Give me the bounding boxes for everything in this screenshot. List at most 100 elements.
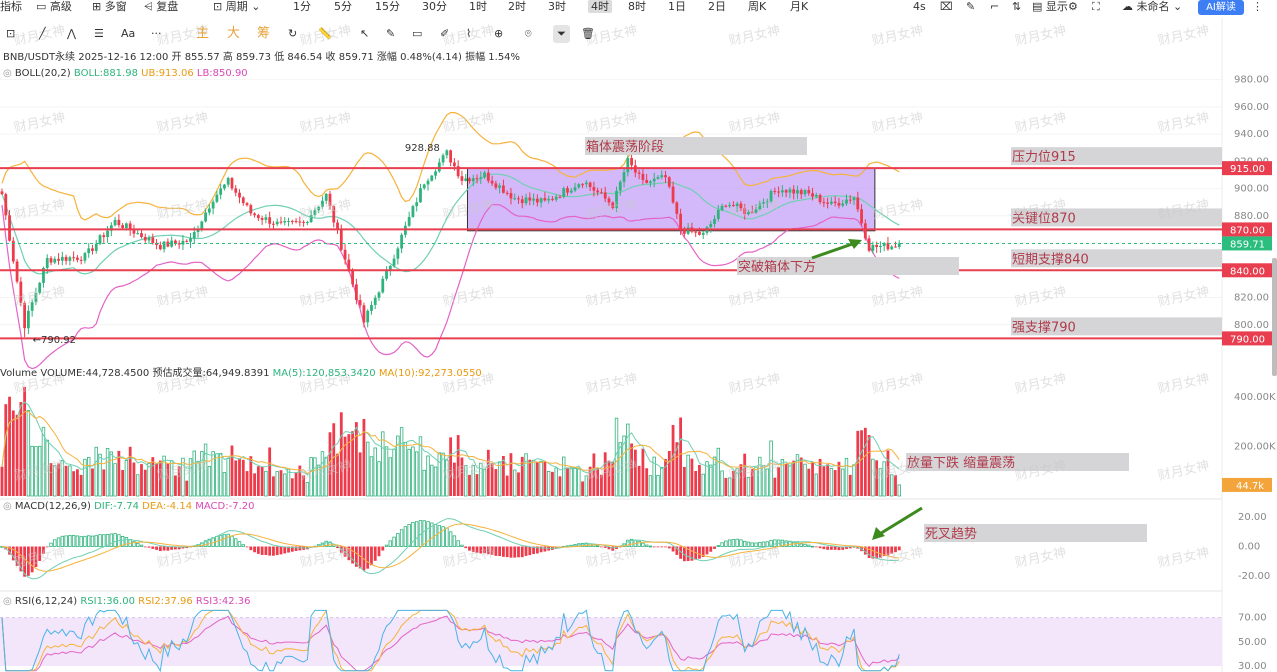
menu-icon[interactable]: ⋮ xyxy=(1252,0,1263,13)
line-tool-icon[interactable]: ╱ xyxy=(39,25,46,43)
toolbar-item-10[interactable]: 2时 xyxy=(508,0,526,13)
boll-eye-icon[interactable]: ◎ xyxy=(3,68,12,79)
volume-bar xyxy=(218,452,223,497)
fib-tool-icon[interactable]: ☰ xyxy=(94,25,104,43)
candle-body xyxy=(343,249,347,260)
volume-bar xyxy=(279,470,283,496)
display-button[interactable]: ▤ 显示 xyxy=(1032,0,1068,13)
fullscreen-icon[interactable]: ⛶ xyxy=(1092,0,1100,13)
toolbar-item-7[interactable]: 15分 xyxy=(375,0,400,13)
candle-body xyxy=(245,203,249,206)
level-tag-label: 915.00 xyxy=(1230,164,1265,175)
candle-body xyxy=(551,198,554,200)
rectangle-icon[interactable]: ▭ xyxy=(412,25,422,43)
candle-body xyxy=(370,304,373,311)
candle-body xyxy=(709,223,713,228)
macd-dea: DEA:-4.14 xyxy=(142,501,193,512)
mode-chip-button[interactable]: 筹 xyxy=(257,25,270,43)
candle-body xyxy=(528,197,532,201)
trash-icon[interactable]: 🗑 xyxy=(581,25,595,43)
candle-body xyxy=(713,218,716,224)
candle-body xyxy=(192,232,196,239)
rsi-eye-icon[interactable]: ◎ xyxy=(3,596,12,607)
more-tools-icon[interactable]: ··· xyxy=(151,25,162,43)
toolbar-item-11[interactable]: 3时 xyxy=(548,0,566,13)
watermark: 财月女神 xyxy=(871,457,925,483)
candle-body xyxy=(230,178,234,189)
settings-icon[interactable]: ⚙ xyxy=(1068,0,1078,13)
volume-bar xyxy=(8,396,11,496)
pen-icon[interactable]: ✐ xyxy=(440,25,449,43)
rsi2-value: RSI2:37.96 xyxy=(138,596,193,607)
macd-bar xyxy=(399,529,404,547)
toolbar-item-4[interactable]: ⊡ 周期 ⌄ xyxy=(213,0,260,13)
edit-icon[interactable]: ✎ xyxy=(966,0,975,13)
candle-body xyxy=(264,217,268,220)
toolbar-item-1[interactable]: ▭ 高级 xyxy=(36,0,72,13)
macd-bar xyxy=(56,537,61,547)
ruler-icon[interactable]: 📏 xyxy=(318,25,332,43)
sort-icon[interactable]: ⇅ xyxy=(1012,0,1021,13)
rsi-tick-label: 70.00 xyxy=(1238,613,1267,624)
macd-bar xyxy=(151,546,155,549)
volume-bar xyxy=(264,470,268,497)
toolbar-item-16[interactable]: 周K xyxy=(748,0,766,13)
volume-bar xyxy=(897,484,901,497)
candle-body xyxy=(852,197,856,201)
toolbar-item-14[interactable]: 1日 xyxy=(668,0,686,13)
candle-body xyxy=(60,256,64,261)
refresh-rate[interactable]: 4s xyxy=(913,0,926,13)
crop-icon[interactable]: ⌐ xyxy=(990,0,999,13)
candle-body xyxy=(283,221,287,223)
volume-label: Volume xyxy=(0,368,38,379)
volume-bar xyxy=(682,466,686,496)
toolbar-item-17[interactable]: 月K xyxy=(790,0,808,13)
ai-analysis-button[interactable]: AI解读 xyxy=(1198,0,1244,15)
level-annotation: 压力位915 xyxy=(1012,150,1076,165)
candle-body xyxy=(897,243,901,247)
volume-bar xyxy=(384,446,389,497)
pencil-icon[interactable]: ✎ xyxy=(386,25,395,43)
macd-bar xyxy=(249,546,253,551)
toolbar-item-0[interactable]: 指标 xyxy=(0,0,22,13)
magnet-icon[interactable]: ⌾ xyxy=(525,25,532,43)
candle-body xyxy=(505,192,509,194)
toolbar-item-13[interactable]: 8时 xyxy=(628,0,646,13)
volume-bar xyxy=(535,462,539,496)
mode-large-button[interactable]: 大 xyxy=(227,25,240,43)
chart-canvas[interactable]: 800.00820.00840.00860.00880.00900.00920.… xyxy=(0,0,1277,672)
macd-eye-icon[interactable]: ◎ xyxy=(3,501,12,512)
candle-body xyxy=(158,244,162,250)
candle-body xyxy=(622,172,626,182)
candle-body xyxy=(241,197,245,204)
macd-bar xyxy=(739,539,743,547)
toolbar-item-6[interactable]: 5分 xyxy=(334,0,352,13)
toolbar-item-3[interactable]: ⩤ 复盘 xyxy=(144,0,178,13)
redo-icon[interactable]: ↻ xyxy=(288,25,297,43)
zoom-icon[interactable]: ⊕ xyxy=(494,25,503,43)
candle-body xyxy=(113,219,117,226)
toolbar-item-5[interactable]: 1分 xyxy=(293,0,311,13)
toolbar-item-9[interactable]: 1时 xyxy=(469,0,487,13)
trend-tool-icon[interactable]: ⋀ xyxy=(67,25,76,43)
volume-bar xyxy=(238,458,241,496)
macd-bar xyxy=(731,539,736,547)
mode-main-button[interactable]: 主 xyxy=(196,25,209,43)
path-icon[interactable]: ⌇ xyxy=(466,25,471,43)
toolbar-item-15[interactable]: 2日 xyxy=(708,0,726,13)
last-price-label: 859.71 xyxy=(1230,239,1265,250)
toolbar-item-2[interactable]: ⊞ 多窗 xyxy=(92,0,127,13)
layout-name[interactable]: ☁ 未命名 ⌄ xyxy=(1122,0,1182,13)
camera-icon[interactable]: ⌧ xyxy=(940,0,953,13)
volume-bar xyxy=(294,472,298,496)
text-tool-button[interactable]: Aa xyxy=(121,25,135,43)
watermark: 财月女神 xyxy=(1157,370,1211,396)
scrollbar-thumb[interactable] xyxy=(1272,258,1277,376)
toolbar-item-8[interactable]: 30分 xyxy=(422,0,447,13)
filter-icon[interactable]: ⏷ xyxy=(553,25,570,43)
volume-bar xyxy=(128,446,132,496)
screenshot-icon[interactable]: ⊡ xyxy=(6,25,15,43)
volume-legend: Volume VOLUME:44,728.4500 预估成交量:64,949.8… xyxy=(0,368,482,380)
cursor-icon[interactable]: ↖ xyxy=(360,25,369,43)
toolbar-item-12[interactable]: 4时 xyxy=(588,0,612,13)
